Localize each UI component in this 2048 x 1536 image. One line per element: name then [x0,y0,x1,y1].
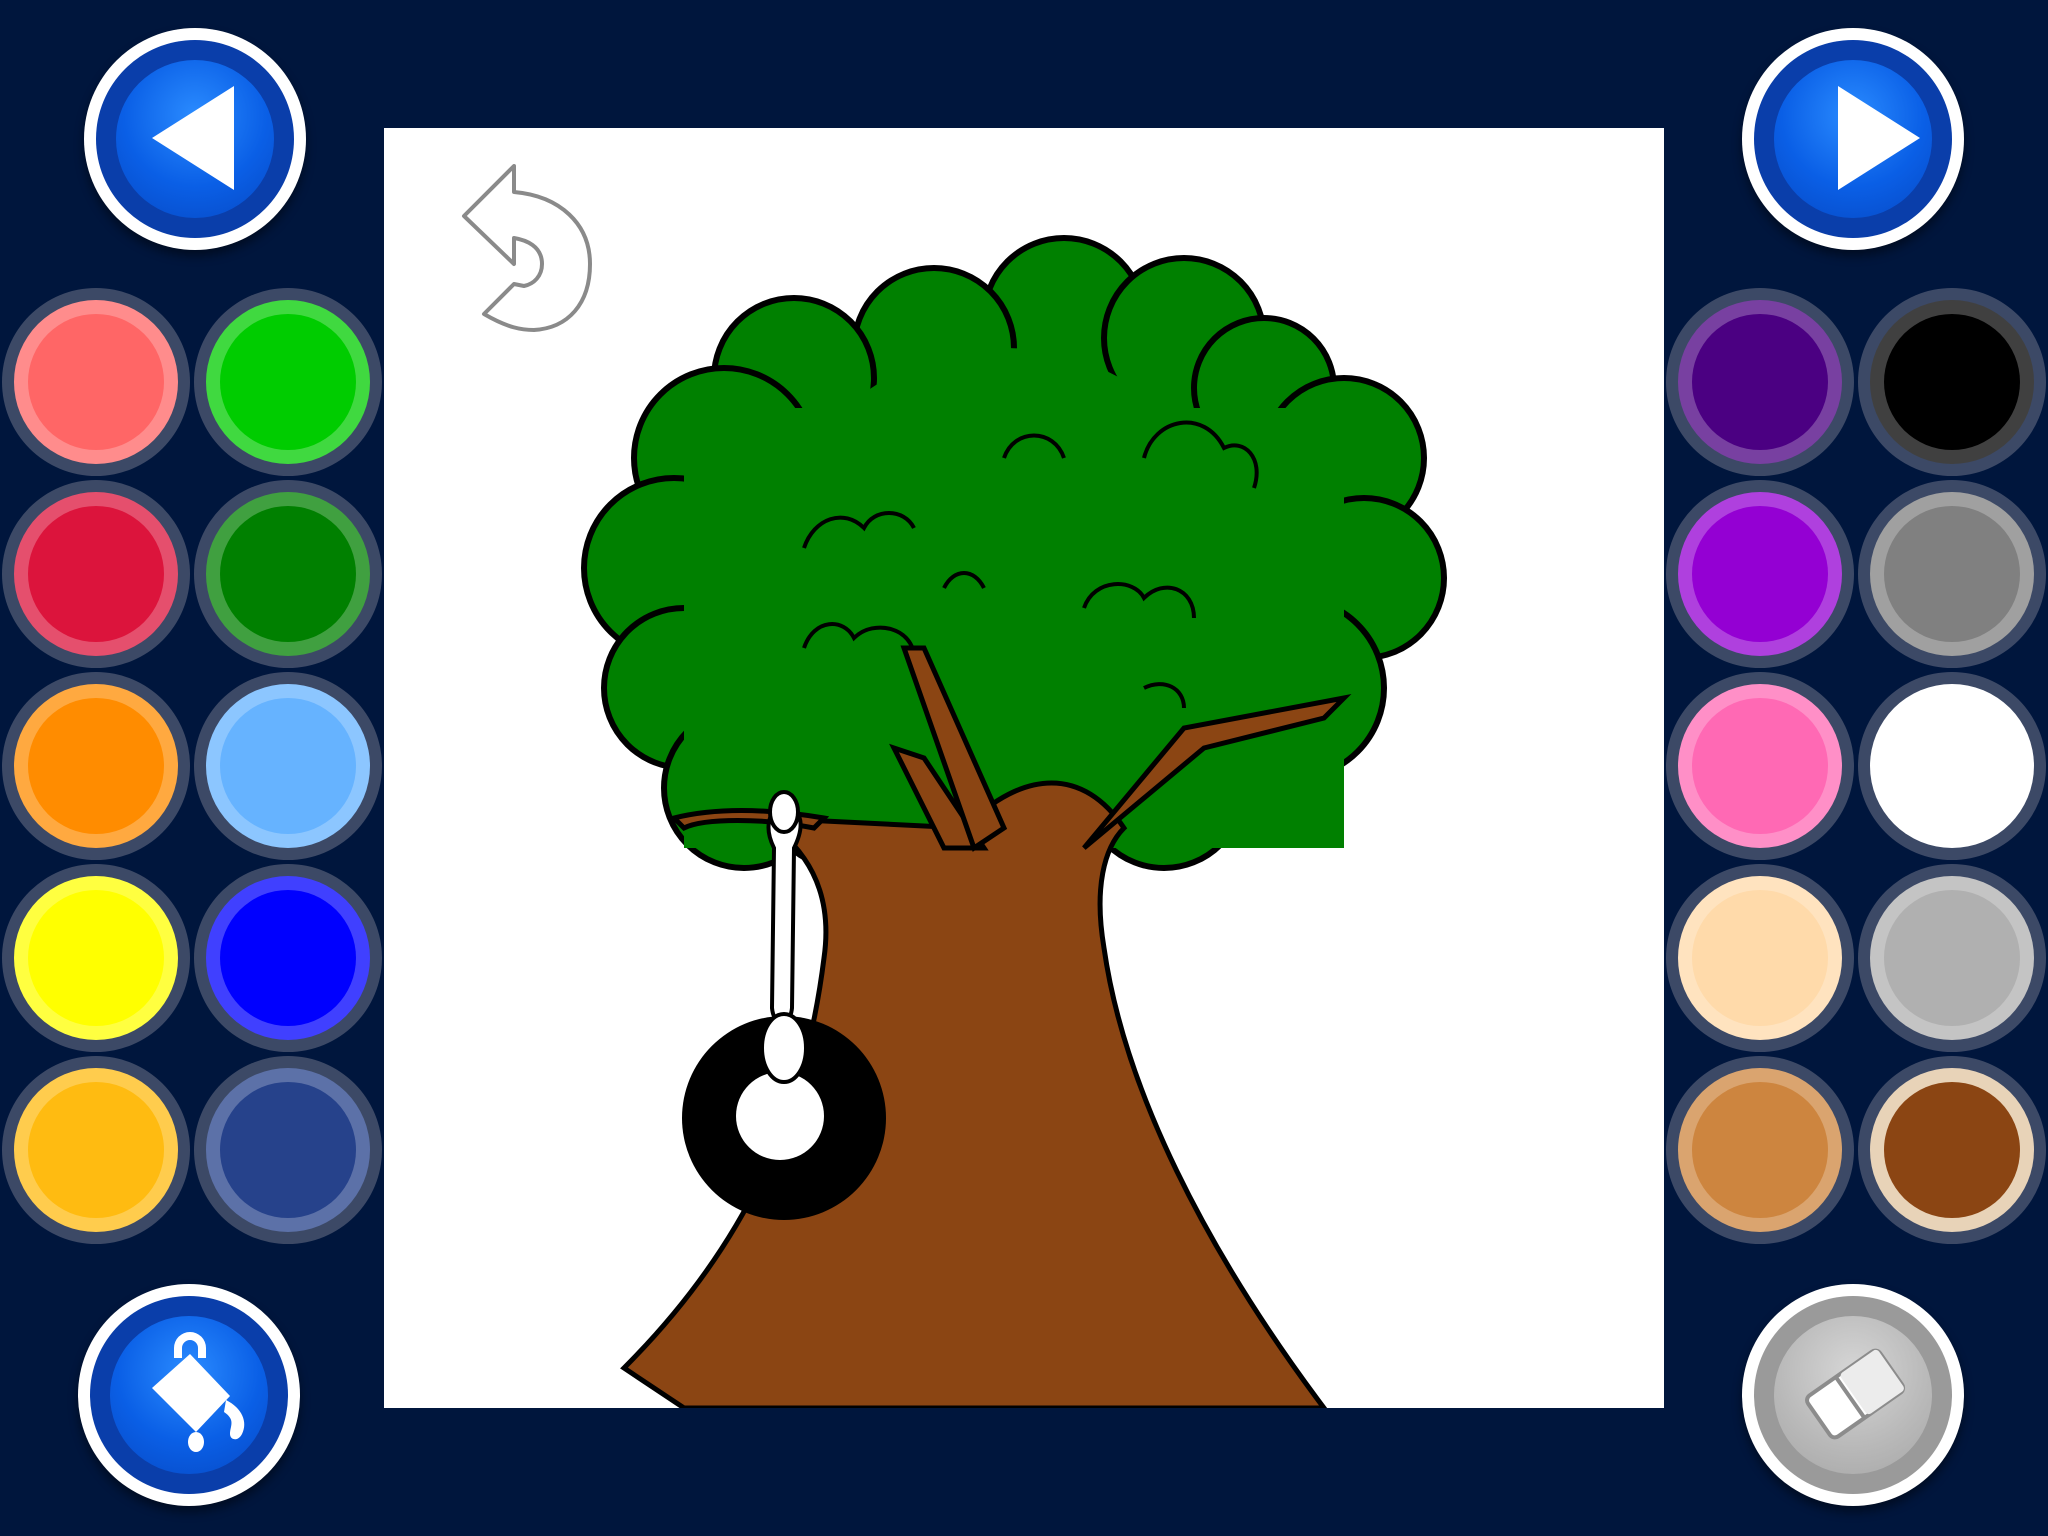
color-swatch[interactable] [1858,1056,2046,1244]
back-button[interactable] [84,28,306,250]
color-swatch[interactable] [1666,864,1854,1052]
color-swatch[interactable] [1858,480,2046,668]
color-swatch[interactable] [194,864,382,1052]
triangle-right-icon [1838,86,1920,190]
color-swatch[interactable] [2,672,190,860]
color-swatch[interactable] [2,864,190,1052]
paint-bucket-icon [152,1332,245,1452]
tree-picture [581,235,1447,1408]
eraser-button[interactable] [1742,1284,1964,1506]
color-swatch[interactable] [1858,288,2046,476]
color-swatch[interactable] [194,1056,382,1244]
color-swatch[interactable] [2,480,190,668]
rope [766,790,803,1025]
tree-canopy [581,235,1447,871]
color-swatch[interactable] [2,288,190,476]
color-swatch[interactable] [1666,1056,1854,1244]
color-swatch[interactable] [194,480,382,668]
coloring-canvas[interactable] [384,128,1664,1408]
color-swatch[interactable] [2,1056,190,1244]
color-swatch[interactable] [194,672,382,860]
eraser-icon [1805,1348,1906,1440]
next-button[interactable] [1742,28,1964,250]
color-swatch[interactable] [1858,864,2046,1052]
color-swatch[interactable] [1666,672,1854,860]
color-swatch[interactable] [1666,288,1854,476]
color-swatch[interactable] [1858,672,2046,860]
color-swatch[interactable] [194,288,382,476]
triangle-left-icon [152,86,234,190]
fill-bucket-button[interactable] [78,1284,300,1506]
color-swatch[interactable] [1666,480,1854,668]
